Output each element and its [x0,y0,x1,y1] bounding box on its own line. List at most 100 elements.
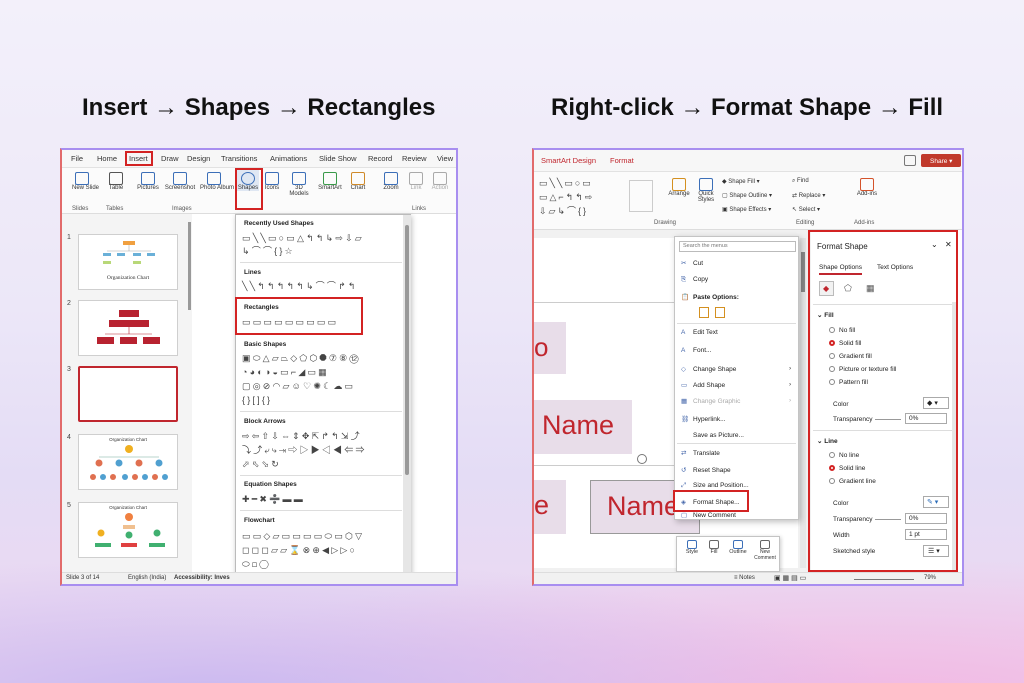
slide-thumb-2[interactable] [78,300,178,356]
tab-record[interactable]: Record [368,154,392,163]
menu-item-new-comment[interactable]: ▢ New Comment [681,511,736,519]
accessibility-status[interactable]: Accessibility: Inves [174,575,230,581]
gallery-scrollbar[interactable] [403,215,411,579]
photo-album-button[interactable]: Photo Album [200,172,234,191]
shape-insert-gallery[interactable]: ▭╲╲▭○▭ [539,178,593,188]
rotate-handle-icon[interactable] [637,454,647,464]
menu-search-input[interactable]: Search the menus [679,241,796,252]
menu-item-change-shape[interactable]: ◇ Change Shape [681,365,736,373]
flowchart-row[interactable]: ▭▭◇▱▭▭▭▭⬭▭⬡▽ [242,531,364,541]
thumbnail-scrollbar[interactable] [188,222,191,310]
tab-draw[interactable]: Draw [161,154,179,163]
menu-item-copy[interactable]: ⎘ Copy [681,276,708,284]
shape-outline-button[interactable]: ▢ Shape Outline ▾ [722,192,772,199]
smartart-shape[interactable]: Name [534,400,632,454]
basic-shapes-row[interactable]: {}[]{} [242,395,272,405]
recent-shapes-row[interactable]: ↳⌒⌒{}☆ [242,246,295,256]
shape-effects-button[interactable]: ▣ Shape Effects ▾ [722,206,771,213]
tab-review[interactable]: Review [402,154,427,163]
comment-icon [760,540,770,549]
mini-outline-button[interactable]: Outline [727,540,749,555]
tab-format[interactable]: Format [610,156,634,165]
basic-shapes-row[interactable]: ▣⬭△▱⏢◇⬠⬡⯃⑦⑧⑫ [242,353,361,363]
replace-button[interactable]: ⇄ Replace ▾ [792,192,825,199]
add-shape-icon: ▭ [681,382,688,389]
smartart-shape[interactable]: e [534,480,566,534]
icons-button[interactable]: Icons [262,172,282,191]
language-status[interactable]: English (India) [128,575,166,581]
paste-picture-icon[interactable] [715,307,725,318]
menu-item-size-and-position[interactable]: ⤢ Size and Position... [681,482,749,490]
menu-item-hyperlink[interactable]: ⛓ Hyperlink... [681,415,726,423]
table-button[interactable]: Table [106,172,126,191]
arrange-button[interactable]: Arrange [666,178,692,197]
menu-item-translate[interactable]: ⇄ Translate [681,449,720,457]
tab-transitions[interactable]: Transitions [221,154,257,163]
flowchart-row[interactable]: ◻◻◻▱▱⌛⊗⊕◀▷▷○ [242,545,357,555]
zoom-button[interactable]: Zoom [381,172,401,191]
shape-insert-gallery[interactable]: ▭△⌐↰↰⇨ [539,192,594,202]
basic-shapes-row[interactable]: ▢◎⊘◠▱☺♡✺☾☁▭ [242,381,355,391]
slide-scrollbar[interactable] [800,238,806,568]
shape-insert-gallery[interactable]: ⇩▱↳⌒{} [539,206,588,216]
zoom-level[interactable]: 79% [924,575,936,581]
slide-thumb-5[interactable]: Organization Chart [78,502,178,558]
slide-thumb-1[interactable]: Organization Chart [78,234,178,290]
notes-button[interactable]: ≡ Notes [734,575,755,581]
chart-button[interactable]: Chart [348,172,368,191]
pictures-button[interactable]: Pictures [136,172,160,191]
menu-item-add-shape[interactable]: ▭ Add Shape [681,381,725,389]
slide-thumb-3-selected[interactable] [78,366,178,422]
lines-row[interactable]: ╲╲↰↰↰↰↰↳⌒⌒↱↰ [242,281,358,291]
tab-slide-show[interactable]: Slide Show [319,154,357,163]
basic-shapes-row[interactable]: ◔◕◐◑◒▭⌐◢▭▦ [242,367,329,377]
gallery-scroll-thumb[interactable] [405,225,409,475]
hyperlink-icon: ⛓ [681,416,690,423]
mini-style-button[interactable]: Style [683,540,701,555]
menu-item-edit-text[interactable]: A Edit Text [681,329,718,336]
block-arrows-row[interactable]: ⤵⤴⤶⤷⇥⇨▷▶◁◀⇐⇒ [242,445,367,455]
divider [240,262,402,263]
menu-item-font[interactable]: A Font... [681,347,711,354]
3d-models-button[interactable]: 3D Models [286,172,312,197]
screenshot-button[interactable]: Screenshot [164,172,196,191]
link-button[interactable]: Link [407,172,425,191]
view-buttons[interactable]: ▣ ▦ ▤ ▭ [774,574,806,582]
menu-item-cut[interactable]: ✂ Cut [681,259,703,267]
tab-view[interactable]: View [437,154,453,163]
style-swatch[interactable] [629,180,653,212]
paste-option-icon[interactable] [699,307,709,318]
add-ins-button[interactable]: Add-ins [854,178,880,197]
status-bar: Slide 3 of 14 English (India) Accessibil… [62,572,456,584]
mini-fill-button[interactable]: Fill [705,540,723,555]
menu-item-reset-shape[interactable]: ↺ Reset Shape [681,466,731,474]
equation-shapes-row[interactable]: ✚━✖➗▬▬ [242,494,305,504]
block-arrows-row[interactable]: ⬀⬁⬂↻ [242,459,281,469]
zoom-slider[interactable] [854,579,914,580]
slide-number: 5 [67,502,71,509]
menu-item-save-as-picture[interactable]: Save as Picture... [681,432,744,439]
comments-icon[interactable] [904,155,916,166]
share-button[interactable]: Share ▾ [921,154,961,167]
smartart-button[interactable]: SmartArt [316,172,344,191]
tab-animations[interactable]: Animations [270,154,307,163]
tab-home[interactable]: Home [97,154,117,163]
photo-album-icon [207,172,221,185]
mini-new-comment-button[interactable]: New Comment [753,540,777,561]
group-drawing: Drawing [654,220,677,226]
find-button[interactable]: ⌕ Find [792,178,809,185]
slide-thumb-4[interactable]: Organization Chart [78,434,178,490]
tab-smartart-design[interactable]: SmartArt Design [541,156,596,165]
new-slide-button[interactable]: New Slide [72,172,99,191]
flowchart-row[interactable]: ⬭◻◯ [242,559,271,569]
tab-file[interactable]: File [71,154,83,163]
recent-shapes-row[interactable]: ▭╲╲▭○▭△↰↰↳⇨⇩▱ [242,233,364,243]
select-button[interactable]: ↖ Select ▾ [792,206,820,213]
shape-fill-button[interactable]: ◆ Shape Fill ▾ [722,178,760,185]
smartart-shape[interactable]: o [534,322,566,374]
tab-design[interactable]: Design [187,154,210,163]
action-button[interactable]: Action [429,172,451,191]
quick-styles-button[interactable]: Quick Styles [694,178,718,203]
slide-scroll-thumb[interactable] [801,252,805,292]
block-arrows-row[interactable]: ⇨⇦⇧⇩⇔⇕✥⇱↱↰⇲⤴ [242,431,362,441]
